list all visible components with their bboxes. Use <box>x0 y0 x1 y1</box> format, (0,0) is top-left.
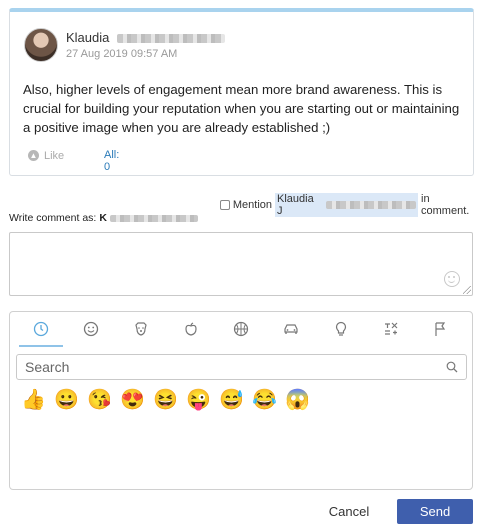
tab-recent-clock-icon[interactable] <box>19 312 63 347</box>
post-actions: ▲ Like All: 0 <box>28 149 119 173</box>
tab-basketball-icon[interactable] <box>224 312 258 346</box>
tears-of-joy-emoji[interactable]: 😂 <box>252 388 277 412</box>
grinning-face-emoji[interactable]: 😀 <box>54 388 79 412</box>
mention-label: Mention <box>232 199 273 211</box>
tab-apple-icon[interactable] <box>174 312 208 346</box>
redacted-surname <box>117 34 226 44</box>
sweat-smile-emoji[interactable]: 😅 <box>219 388 244 412</box>
post-author-name[interactable]: Klaudia <box>66 30 109 45</box>
like-label: Like <box>44 149 65 162</box>
write-as-name: K <box>99 212 107 224</box>
redacted-write-as-name <box>109 214 198 222</box>
like-button[interactable]: ▲ Like <box>28 150 64 162</box>
post-card: Klaudia 27 Aug 2019 09:57 AM Also, highe… <box>9 8 474 176</box>
tab-flag-icon[interactable] <box>424 312 458 346</box>
resize-handle[interactable] <box>463 286 471 294</box>
emoji-category-tabs <box>10 312 472 347</box>
redacted-mention-surname <box>325 201 417 209</box>
search-icon <box>446 361 458 373</box>
write-as-label: Write comment as: <box>9 212 97 224</box>
winking-tongue-emoji[interactable]: 😜 <box>186 388 211 412</box>
mention-name-text: Klaudia J <box>277 193 314 217</box>
mention-checkbox[interactable] <box>220 200 230 210</box>
comment-textarea[interactable] <box>9 232 473 296</box>
avatar[interactable] <box>24 28 58 62</box>
kissing-face-emoji[interactable]: 😘 <box>87 388 112 412</box>
tab-lightbulb-icon[interactable] <box>324 312 358 346</box>
post-text: Also, higher levels of engagement mean m… <box>23 82 460 135</box>
emoji-search-input[interactable] <box>16 354 467 380</box>
mention-suffix: in comment. <box>421 193 470 217</box>
post-author[interactable]: Klaudia <box>66 30 226 45</box>
tab-dog-icon[interactable] <box>124 312 158 346</box>
thumbs-up-icon: ▲ <box>28 150 39 161</box>
cancel-button[interactable]: Cancel <box>318 499 380 523</box>
tab-smiley-icon[interactable] <box>74 312 108 346</box>
mention-name: Klaudia J <box>275 193 419 217</box>
tab-symbols-icon[interactable] <box>374 312 408 346</box>
recent-emoji-list: 👍 😀 😘 😍 😆 😜 😅 😂 😱 <box>21 388 310 412</box>
laughing-face-emoji[interactable]: 😆 <box>153 388 178 412</box>
thumbs-up-emoji[interactable]: 👍 <box>21 388 46 412</box>
heart-eyes-emoji[interactable]: 😍 <box>120 388 145 412</box>
post-date: 27 Aug 2019 09:57 AM <box>66 48 178 60</box>
mention-row: Mention Klaudia J in comment. <box>220 193 480 217</box>
emoji-picker: 👍 😀 😘 😍 😆 😜 😅 😂 😱 <box>9 311 473 490</box>
tab-car-icon[interactable] <box>274 312 308 346</box>
all-reactions-link[interactable]: All: 0 <box>104 149 119 173</box>
emoji-toggle-icon[interactable] <box>444 271 460 287</box>
screaming-face-emoji[interactable]: 😱 <box>285 388 310 412</box>
send-button[interactable]: Send <box>397 499 473 524</box>
write-as-row: Write comment as: K <box>9 212 198 224</box>
